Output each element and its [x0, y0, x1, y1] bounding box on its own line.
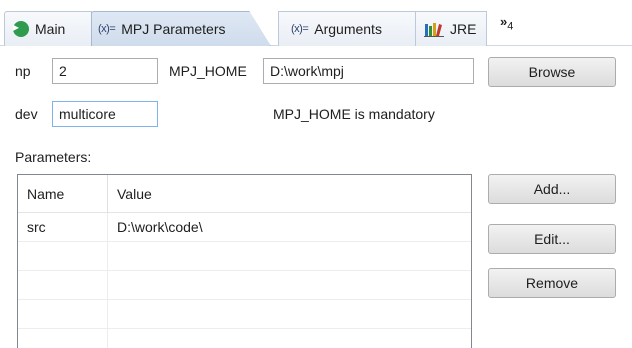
remove-parameter-button[interactable]: Remove	[488, 268, 616, 298]
more-tabs-count: 4	[507, 20, 514, 33]
variable-icon: (x)=	[291, 23, 309, 35]
np-label: np	[15, 63, 31, 79]
tab-main[interactable]: ▸ Main	[4, 11, 92, 46]
jre-library-icon	[424, 21, 444, 37]
np-value: 2	[59, 63, 67, 79]
table-header: Name Value	[18, 175, 471, 213]
parameters-label: Parameters:	[15, 149, 92, 165]
table-row[interactable]	[18, 329, 471, 348]
dev-value: multicore	[59, 106, 116, 122]
mpj-home-field[interactable]: D:\work\mpj	[263, 58, 474, 84]
param-name-cell	[18, 271, 108, 299]
browse-button[interactable]: Browse	[488, 57, 616, 87]
param-name-cell	[18, 300, 108, 328]
param-value-cell	[108, 271, 471, 299]
table-row[interactable]	[18, 271, 471, 300]
tab-jre[interactable]: JRE	[415, 11, 487, 46]
param-value-cell	[108, 242, 471, 270]
parameters-table[interactable]: Name Value src D:\work\code\	[17, 174, 472, 348]
more-tabs-chevron[interactable]: »4	[500, 14, 513, 42]
param-value-cell	[108, 329, 471, 348]
tab-main-label: Main	[35, 21, 66, 37]
table-row[interactable]	[18, 242, 471, 271]
add-button-label: Add...	[533, 181, 571, 197]
param-name-cell	[18, 329, 108, 348]
column-header-name[interactable]: Name	[18, 175, 108, 212]
param-name-cell: src	[18, 213, 108, 241]
param-value-cell	[108, 300, 471, 328]
column-header-value[interactable]: Value	[108, 175, 471, 212]
np-field[interactable]: 2	[52, 58, 158, 84]
tab-mpj-parameters[interactable]: (x)= MPJ Parameters	[91, 11, 271, 46]
tab-arguments[interactable]: (x)= Arguments	[278, 11, 416, 46]
dev-field[interactable]: multicore	[52, 101, 158, 127]
mpj-home-required-message: MPJ_HOME is mandatory	[273, 106, 435, 122]
tab-mpj-parameters-label: MPJ Parameters	[121, 21, 226, 37]
param-value-cell: D:\work\code\	[117, 219, 203, 235]
browse-button-label: Browse	[528, 64, 576, 80]
dev-label: dev	[15, 106, 38, 122]
launch-config-tab-bar: ▸ Main (x)= MPJ Parameters (x)= Argument…	[0, 0, 632, 46]
table-row[interactable]	[18, 300, 471, 329]
tab-arguments-label: Arguments	[314, 21, 382, 37]
edit-parameter-button[interactable]: Edit...	[488, 224, 616, 254]
add-parameter-button[interactable]: Add...	[488, 174, 616, 204]
table-row[interactable]: src D:\work\code\	[18, 213, 471, 242]
mpj-home-label: MPJ_HOME	[169, 63, 247, 79]
remove-button-label: Remove	[525, 275, 579, 291]
edit-button-label: Edit...	[534, 231, 570, 247]
tab-jre-label: JRE	[450, 21, 477, 37]
param-name-cell	[18, 242, 108, 270]
variable-icon: (x)=	[98, 23, 116, 35]
main-tab-icon: ▸	[13, 21, 29, 37]
mpj-home-value: D:\work\mpj	[270, 63, 344, 79]
